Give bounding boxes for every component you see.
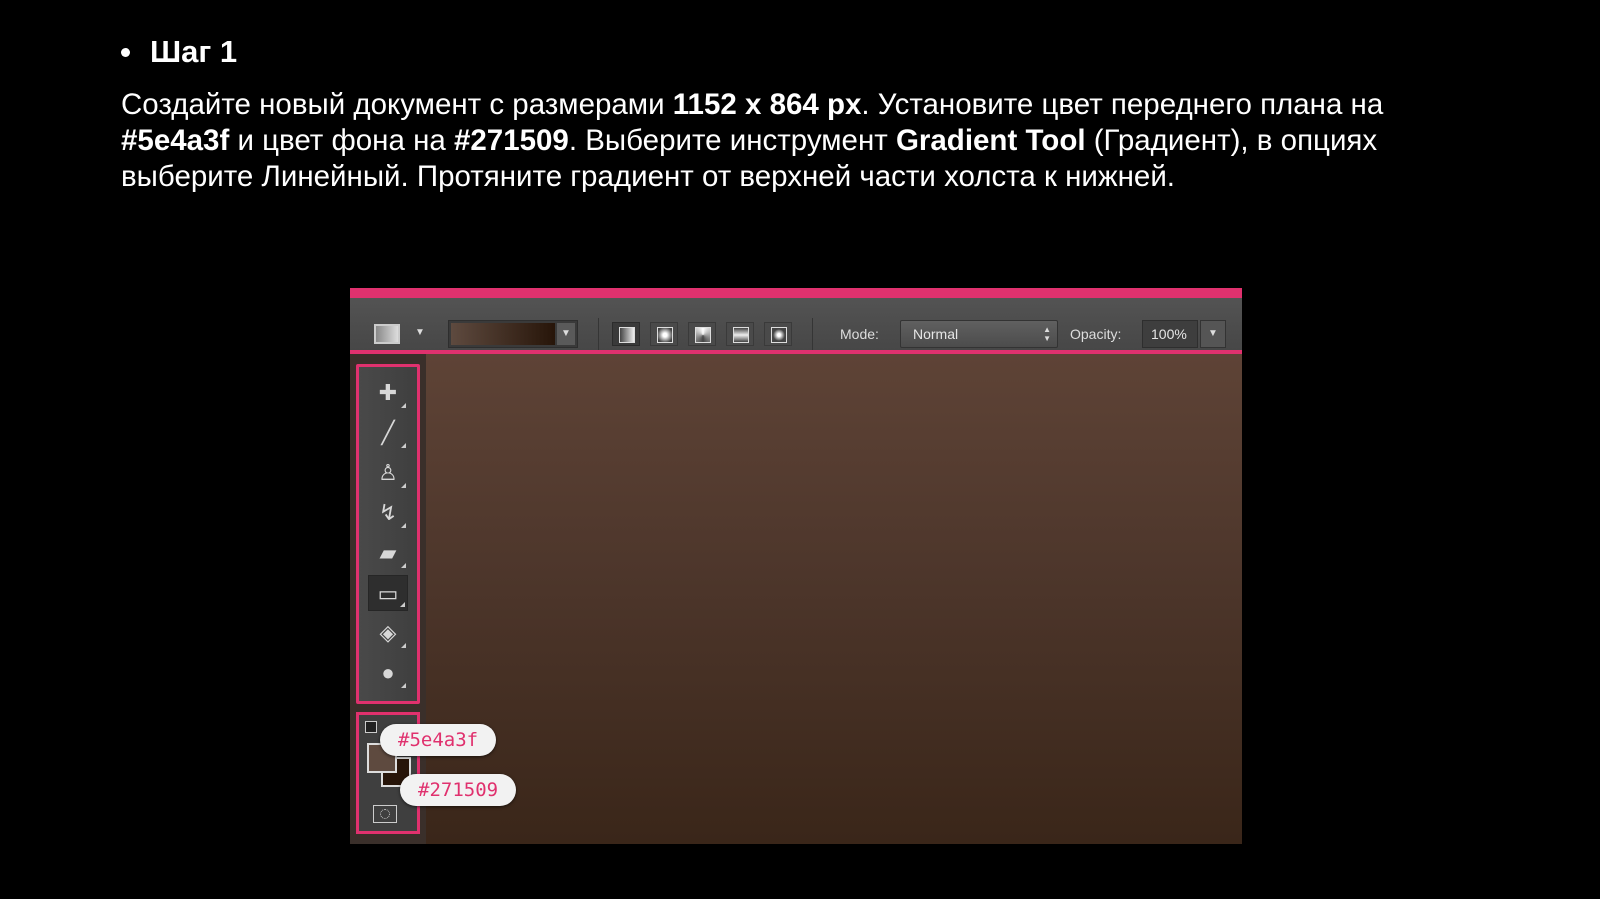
document-canvas[interactable] bbox=[426, 354, 1242, 844]
photoshop-screenshot: ▼ ▼ Mode: Normal ▲ ▼ Opacity: 100% ▼ ✚ ╱… bbox=[350, 288, 1242, 844]
blend-mode-value: Normal bbox=[913, 326, 959, 342]
radial-gradient-button[interactable] bbox=[650, 322, 678, 346]
instruction-text: . Установите цвет переднего плана на bbox=[861, 88, 1384, 121]
angle-gradient-icon bbox=[695, 327, 711, 343]
document-size: 1152 x 864 px bbox=[672, 88, 862, 121]
background-color-label: #271509 bbox=[400, 774, 517, 806]
tutorial-slide: Шаг 1 Создайте новый документ с размерам… bbox=[0, 0, 1600, 899]
step-instructions: Создайте новый документ с размерами 1152… bbox=[121, 87, 1461, 195]
history-brush-icon[interactable]: ↯ bbox=[368, 495, 408, 531]
clone-stamp-icon[interactable]: ♙ bbox=[368, 455, 408, 491]
diamond-gradient-button[interactable] bbox=[764, 322, 792, 346]
updown-arrows-icon: ▲ ▼ bbox=[1043, 325, 1051, 343]
divider bbox=[812, 318, 813, 350]
blend-mode-select[interactable]: Normal ▲ ▼ bbox=[900, 320, 1058, 348]
instruction-text: . Выберите инструмент bbox=[568, 124, 896, 157]
instruction-text: Создайте новый документ с размерами bbox=[121, 88, 673, 121]
blur-tool-icon[interactable]: ◈ bbox=[368, 615, 408, 651]
bullet-icon bbox=[121, 47, 130, 57]
background-color-code: #271509 bbox=[453, 124, 569, 157]
eraser-icon[interactable]: ▰ bbox=[368, 535, 408, 571]
step-title: Шаг 1 bbox=[150, 34, 238, 69]
angle-gradient-button[interactable] bbox=[688, 322, 716, 346]
opacity-label: Opacity: bbox=[1070, 326, 1122, 342]
chevron-down-icon[interactable]: ▼ bbox=[1200, 320, 1226, 348]
mode-label: Mode: bbox=[840, 326, 879, 342]
default-colors-icon[interactable] bbox=[365, 721, 377, 733]
radial-gradient-icon bbox=[657, 327, 673, 343]
chevron-down-icon[interactable]: ▼ bbox=[557, 323, 575, 345]
spot-healing-brush-icon[interactable]: ✚ bbox=[368, 375, 408, 411]
brush-icon[interactable]: ╱ bbox=[368, 415, 408, 451]
gradient-preview[interactable] bbox=[451, 323, 555, 345]
opacity-input[interactable]: 100% bbox=[1142, 320, 1198, 348]
quick-mask-icon[interactable] bbox=[373, 805, 397, 823]
tool-name: Gradient Tool bbox=[895, 124, 1086, 157]
foreground-color-label: #5e4a3f bbox=[380, 724, 497, 756]
foreground-color-code: #5e4a3f bbox=[121, 124, 230, 157]
tool-preset-picker[interactable] bbox=[374, 324, 400, 344]
gradient-picker[interactable]: ▼ bbox=[448, 320, 578, 348]
linear-gradient-button[interactable] bbox=[612, 322, 640, 346]
gradient-tool-icon[interactable]: ▭ bbox=[368, 575, 408, 611]
diamond-gradient-icon bbox=[771, 327, 787, 343]
divider bbox=[598, 318, 599, 350]
highlight-border bbox=[350, 288, 1242, 298]
chevron-down-icon[interactable]: ▼ bbox=[414, 326, 426, 340]
options-bar: ▼ ▼ Mode: Normal ▲ ▼ Opacity: 100% ▼ bbox=[350, 298, 1242, 350]
step-heading: Шаг 1 bbox=[121, 32, 237, 72]
instruction-text: и цвет фона на bbox=[229, 124, 454, 157]
linear-gradient-icon bbox=[619, 327, 635, 343]
dodge-tool-icon[interactable]: ● bbox=[368, 655, 408, 691]
reflected-gradient-icon bbox=[733, 327, 749, 343]
reflected-gradient-button[interactable] bbox=[726, 322, 754, 346]
toolbox: ✚ ╱ ♙ ↯ ▰ ▭ ◈ ● bbox=[356, 364, 420, 704]
